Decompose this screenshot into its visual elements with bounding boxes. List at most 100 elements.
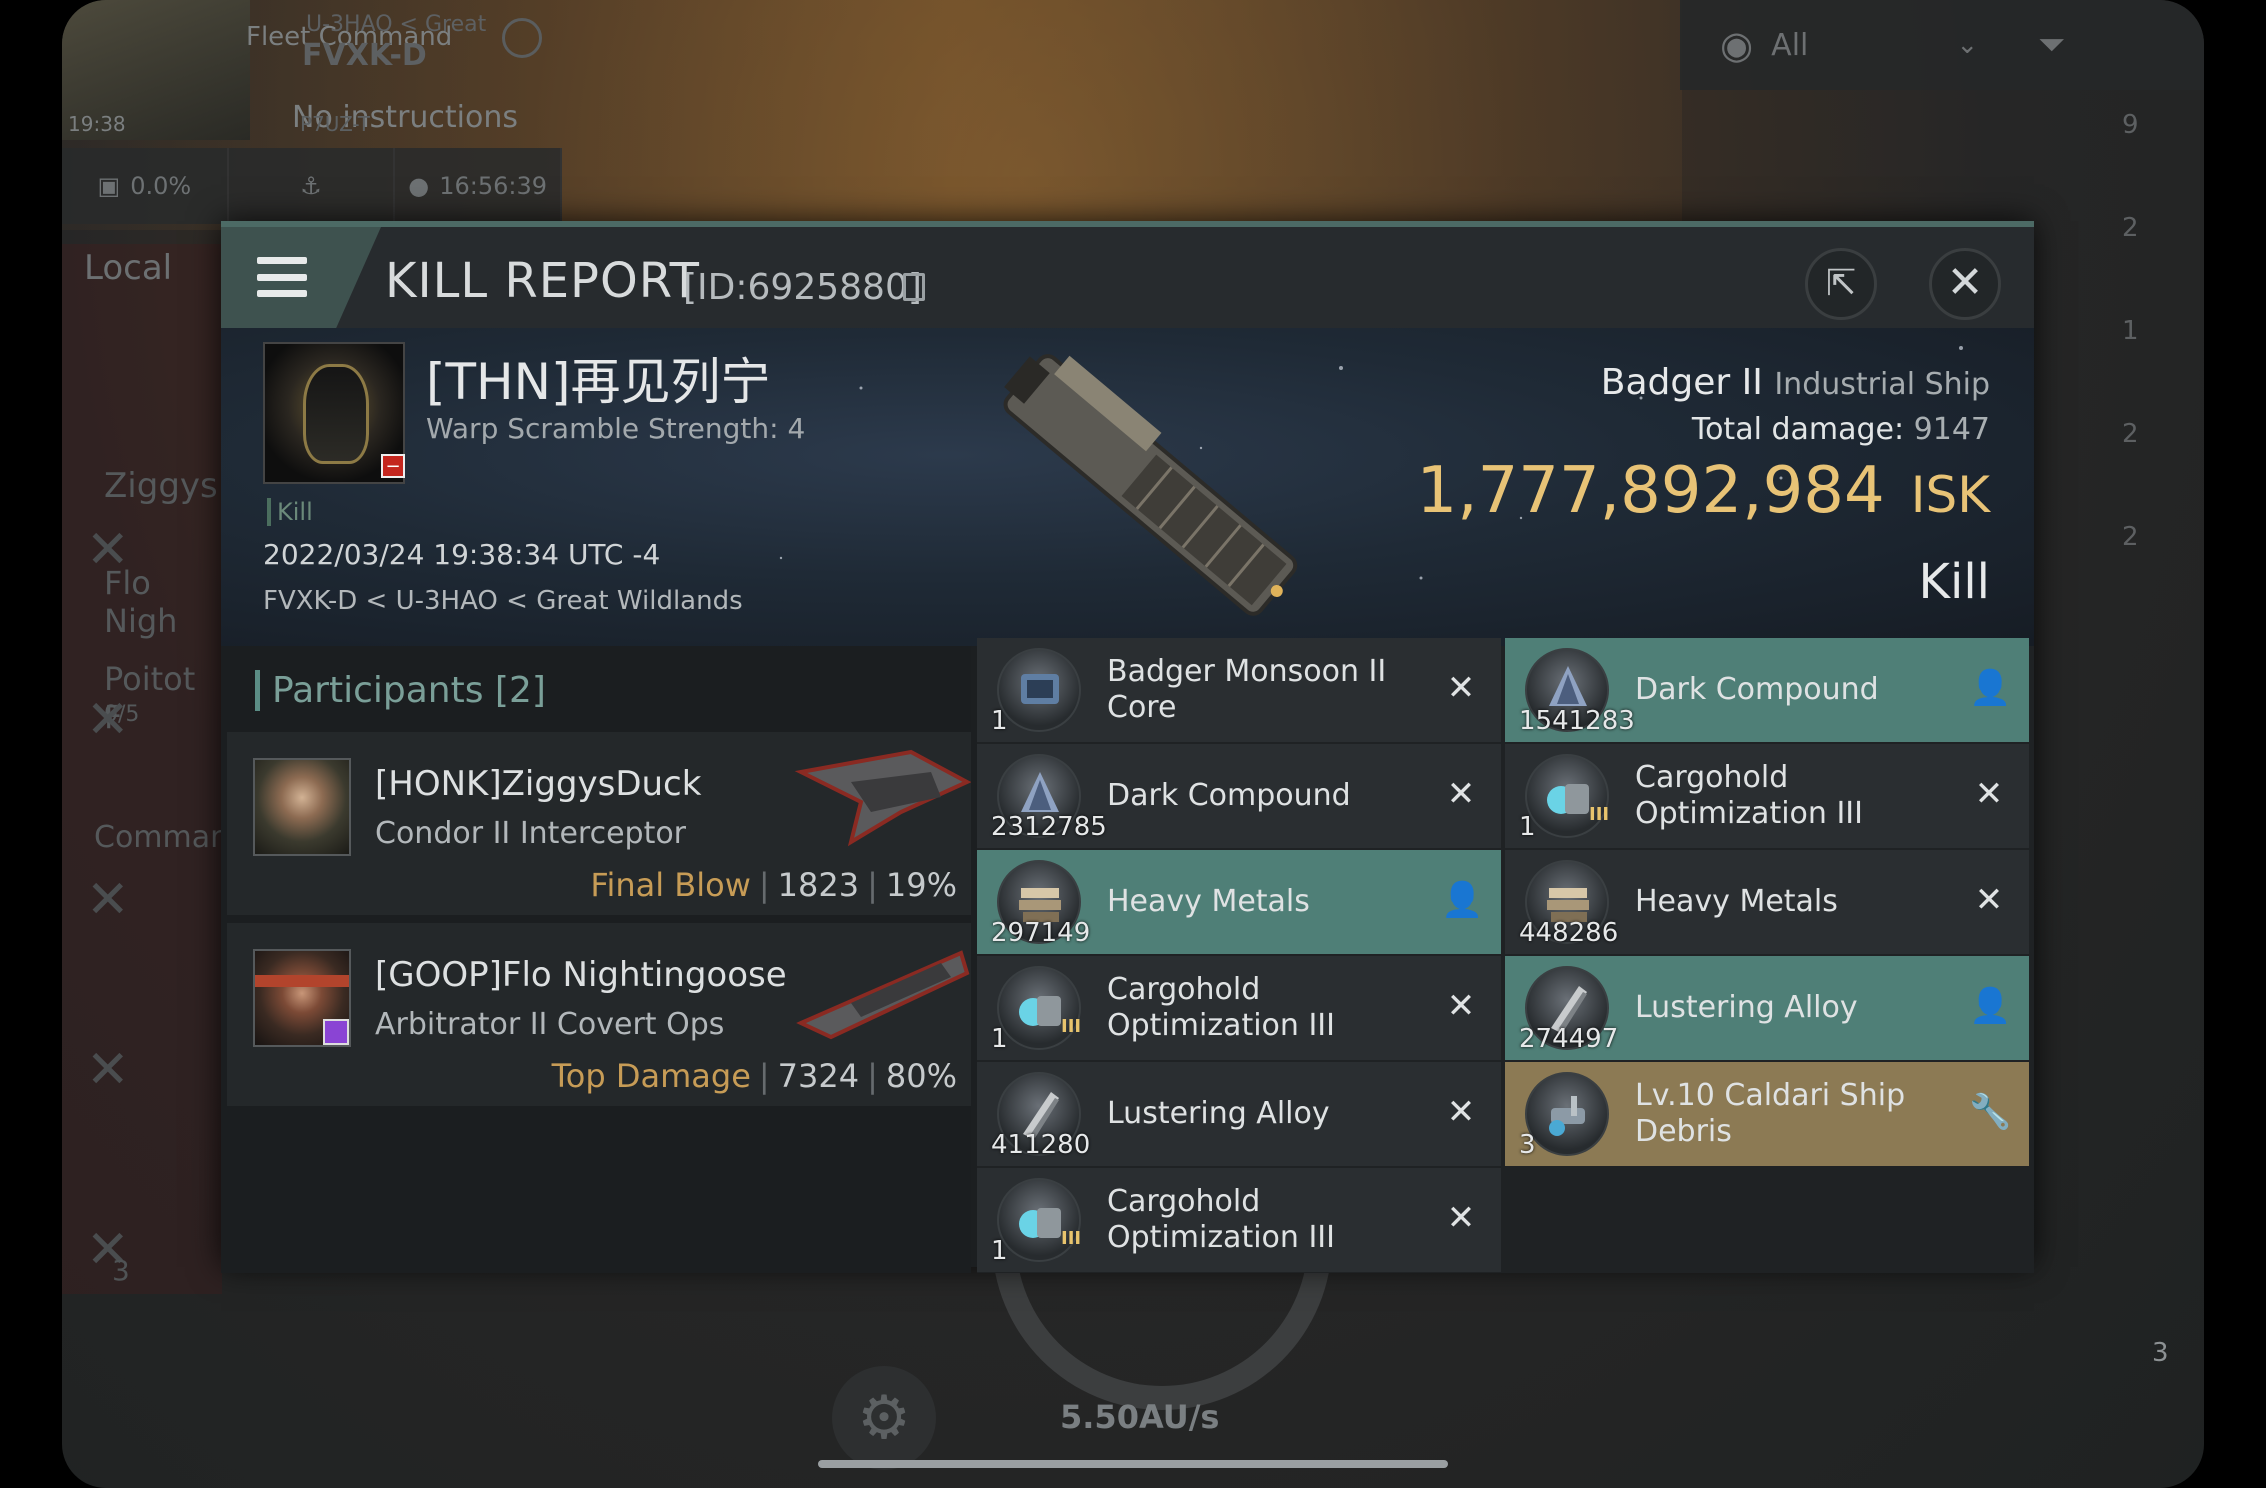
item-quantity: 1 — [1519, 812, 1536, 842]
dialog-header: KILL REPORT [ID:6925880] ⇱ ✕ — [221, 227, 2034, 328]
count-badge[interactable]: 9 — [2122, 110, 2202, 213]
participants-panel: Participants [2] [HONK]ZiggysDuck Condor… — [221, 646, 971, 1273]
destroyed-x-icon: ✕ — [1446, 986, 1476, 1026]
destroyed-x-icon: ✕ — [1446, 668, 1476, 708]
copy-icon[interactable] — [903, 273, 925, 301]
loot-item[interactable]: 411280 Lustering Alloy ✕ — [977, 1062, 1501, 1166]
loot-item[interactable]: 3 Lv.10 Caldari Ship Debris 🔧 — [1505, 1062, 2029, 1166]
clock-icon[interactable] — [502, 18, 542, 58]
clock-time: 19:38 — [68, 112, 126, 136]
standing-badge-icon: − — [381, 454, 405, 478]
share-button[interactable]: ⇱ — [1805, 248, 1877, 320]
loot-item[interactable]: III 1 Cargohold Optimization III ✕ — [977, 1168, 1501, 1272]
destroyed-x-icon: ✕ — [1446, 1198, 1476, 1238]
count-badge[interactable]: 2 — [2122, 419, 2202, 522]
loot-item[interactable]: III 1 Cargohold Optimization III ✕ — [977, 956, 1501, 1060]
participant-stats: Top Damage | 7324 | 80% — [551, 1057, 957, 1095]
tier-label: III — [1061, 1016, 1082, 1037]
item-name: Lustering Alloy — [1635, 990, 1858, 1025]
close-icon[interactable]: ✕ — [86, 520, 130, 580]
count-badge[interactable]: 2 — [2122, 522, 2202, 625]
participant-avatar[interactable] — [253, 758, 351, 856]
ship-class: Industrial Ship — [1774, 367, 1990, 402]
fleet-hud[interactable]: Fleet Command U-3HAO < Great FVXK-D No i… — [62, 0, 563, 224]
item-name: Badger Monsoon II Core — [1107, 654, 1387, 725]
kill-location[interactable]: FVXK-D < U-3HAO < Great Wildlands — [263, 586, 743, 616]
home-indicator[interactable] — [818, 1460, 1448, 1468]
overview-filter-bar: ◉ All ⌄ ⏷ — [1680, 0, 2204, 90]
participants-count: [2] — [494, 670, 546, 711]
kill-result: Kill — [1918, 554, 1990, 610]
ship-name[interactable]: Badger II Industrial Ship — [1601, 362, 1990, 403]
destroyed-x-icon: ✕ — [1974, 880, 2004, 920]
module-count: 3 — [2152, 1338, 2169, 1368]
timer-stat[interactable]: ● 16:56:39 — [395, 148, 563, 224]
ship-type: Badger II — [1600, 362, 1763, 403]
loot-item[interactable]: 448286 Heavy Metals ✕ — [1505, 850, 2029, 954]
isk-value: 1,777,892,984 ISK — [1417, 454, 1991, 528]
core-icon — [997, 648, 1081, 732]
total-damage-label: Total damage: — [1691, 412, 1905, 447]
count-badge[interactable]: 2 — [2122, 213, 2202, 316]
timer-value: 16:56:39 — [439, 172, 548, 200]
tier-label: III — [1589, 804, 1610, 825]
person-icon: 👤 — [1969, 668, 2012, 708]
destroyed-x-icon: ✕ — [1446, 774, 1476, 814]
close-icon[interactable]: ✕ — [86, 870, 130, 930]
dialog-title: KILL REPORT — [385, 253, 700, 309]
item-name: Dark Compound — [1635, 672, 1879, 707]
loot-item[interactable]: 1 Badger Monsoon II Core ✕ — [977, 638, 1501, 742]
loot-item[interactable]: 297149 Heavy Metals 👤 — [977, 850, 1501, 954]
local-channel-panel: Local ZiggysD Flo Nigh Poitot F 0/5 Comm… — [62, 244, 248, 1294]
participant-percent: 80% — [885, 1057, 957, 1095]
loot-item[interactable]: III 1 Cargohold Optimization III ✕ — [1505, 744, 2029, 848]
item-quantity: 1 — [991, 1024, 1008, 1054]
gear-icon[interactable]: ⚙ — [832, 1366, 936, 1470]
item-quantity: 1 — [991, 706, 1008, 736]
top-damage-tag: Top Damage — [551, 1057, 751, 1095]
eye-icon[interactable]: ◉ — [1720, 23, 1753, 67]
helmet-mask — [303, 364, 369, 464]
report-id: [ID:6925880] — [683, 267, 922, 308]
destroyed-x-icon: ✕ — [1974, 774, 2004, 814]
item-name: Lv.10 Caldari Ship Debris — [1635, 1078, 1906, 1149]
item-quantity: 2312785 — [991, 812, 1107, 842]
participant-avatar[interactable] — [253, 949, 351, 1047]
item-quantity: 3 — [1519, 1130, 1536, 1160]
participant-row[interactable]: [GOOP]Flo Nightingoose Arbitrator II Cov… — [227, 923, 971, 1108]
anchor-stat[interactable]: ⚓ — [229, 148, 396, 224]
item-name: Heavy Metals — [1635, 884, 1838, 919]
kill-summary-banner: − [THN]再见列宁 Warp Scramble Strength: 4 Ki… — [221, 328, 2034, 646]
loot-item[interactable]: 2312785 Dark Compound ✕ — [977, 744, 1501, 848]
participant-damage: 7324 — [777, 1057, 860, 1095]
loot-item[interactable]: 1541283 Dark Compound 👤 — [1505, 638, 2029, 742]
count-badge[interactable]: 1 — [2122, 316, 2202, 419]
loot-item[interactable]: 274497 Lustering Alloy 👤 — [1505, 956, 2029, 1060]
menu-button[interactable] — [221, 227, 381, 328]
speed-readout: 5.50AU/s — [1060, 1398, 1220, 1436]
close-icon[interactable]: ✕ — [86, 1040, 130, 1100]
close-icon[interactable]: ✕ — [86, 690, 130, 750]
cargo-stat[interactable]: ▣ 0.0% — [62, 148, 229, 224]
participant-row[interactable]: [HONK]ZiggysDuck Condor II Interceptor F… — [227, 732, 971, 917]
item-quantity: 411280 — [991, 1130, 1091, 1160]
rig-icon: III — [997, 966, 1081, 1050]
kill-date: 2022/03/24 19:38:34 UTC -4 — [263, 538, 661, 571]
close-button[interactable]: ✕ — [1929, 248, 2001, 320]
headband — [255, 975, 349, 987]
loot-items-grid: 1 Badger Monsoon II Core ✕ 2312785 Dark … — [977, 638, 2034, 1273]
item-quantity: 1 — [991, 1236, 1008, 1266]
total-damage-value: 9147 — [1913, 412, 1990, 447]
filter-icon[interactable]: ⏷ — [2038, 25, 2065, 65]
close-icon: ✕ — [1946, 257, 1984, 308]
bottom-count: 3 — [112, 1254, 130, 1287]
chevron-down-icon[interactable]: ⌄ — [1956, 30, 1978, 60]
participant-name: [GOOP]Flo Nightingoose — [375, 955, 787, 995]
item-quantity: 297149 — [991, 918, 1091, 948]
isk-unit: ISK — [1910, 466, 1990, 524]
participants-header: Participants [2] — [255, 670, 546, 711]
victim-name[interactable]: [THN]再见列宁 — [426, 342, 771, 414]
local-label[interactable]: Local — [84, 248, 172, 288]
participants-label: Participants — [272, 670, 484, 711]
filter-dropdown[interactable]: All — [1771, 28, 1808, 63]
